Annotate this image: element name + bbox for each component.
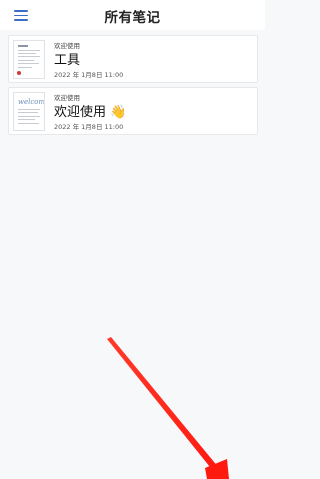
app-window: 所有笔记 欢迎使用 工具 2022 年 1月8日 11:00 welcome (0, 0, 265, 479)
note-item-welcome[interactable]: welcome 欢迎使用 欢迎使用 👋 2022 年 1月8日 11:00 (8, 87, 258, 135)
note-date: 2022 年 1月8日 11:00 (54, 71, 124, 79)
thumbnail-text: welcome (18, 98, 45, 106)
note-title: 工具 (54, 53, 81, 68)
note-list: 欢迎使用 工具 2022 年 1月8日 11:00 welcome 欢迎使用 欢… (8, 35, 258, 139)
note-item-tools[interactable]: 欢迎使用 工具 2022 年 1月8日 11:00 (8, 35, 258, 83)
note-thumbnail (13, 40, 45, 79)
page-title: 所有笔记 (104, 10, 161, 26)
note-title: 欢迎使用 👋 (54, 105, 127, 120)
top-bar: 所有笔记 (0, 0, 265, 30)
note-date: 2022 年 1月8日 11:00 (54, 123, 124, 131)
app-logo-icon (17, 71, 21, 75)
note-thumbnail: welcome (13, 92, 45, 131)
